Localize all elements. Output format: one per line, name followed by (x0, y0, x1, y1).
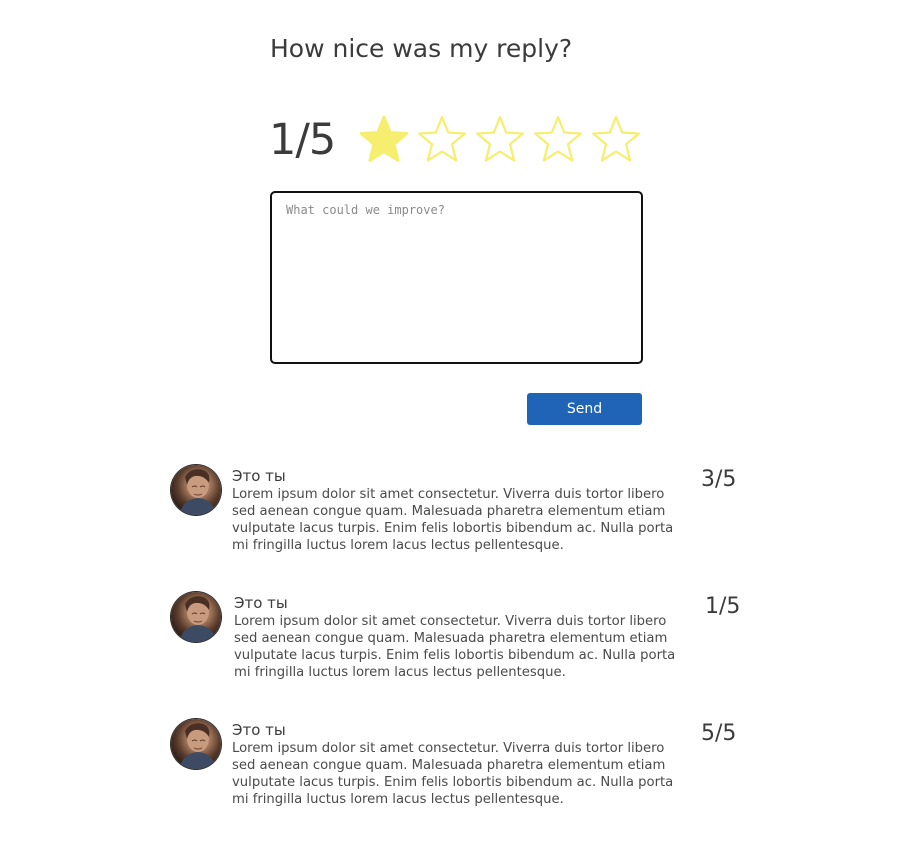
avatar-portrait-icon (179, 723, 217, 769)
avatar-portrait-icon (179, 469, 217, 515)
star-rating (357, 113, 643, 167)
star-icon[interactable] (589, 113, 643, 167)
star-icon[interactable] (357, 113, 411, 167)
review-body: Lorem ipsum dolor sit amet consectetur. … (232, 487, 674, 553)
star-icon[interactable] (473, 113, 527, 167)
review-score: 5/5 (701, 721, 737, 746)
avatar (171, 719, 221, 769)
review-content: Это ты Lorem ipsum dolor sit amet consec… (234, 593, 684, 681)
review-author: Это ты (234, 594, 288, 612)
review-content: Это ты Lorem ipsum dolor sit amet consec… (232, 466, 682, 554)
review-author: Это ты (232, 467, 286, 485)
feedback-input[interactable] (272, 193, 641, 362)
review-body: Lorem ipsum dolor sit amet consectetur. … (234, 614, 676, 680)
avatar (171, 592, 221, 642)
star-icon[interactable] (531, 113, 585, 167)
review-body: Lorem ipsum dolor sit amet consectetur. … (232, 741, 674, 807)
send-button[interactable]: Send (527, 393, 642, 425)
avatar (171, 465, 221, 515)
rating-value: 1/5 (269, 115, 336, 165)
star-icon[interactable] (415, 113, 469, 167)
avatar-portrait-icon (179, 596, 217, 642)
review-score: 3/5 (701, 467, 737, 492)
feedback-box (270, 191, 643, 364)
review-score: 1/5 (705, 594, 741, 619)
review-author: Это ты (232, 721, 286, 739)
page-title: How nice was my reply? (270, 34, 573, 63)
review-content: Это ты Lorem ipsum dolor sit amet consec… (232, 720, 682, 808)
rating-widget: 1/5 (269, 110, 643, 170)
